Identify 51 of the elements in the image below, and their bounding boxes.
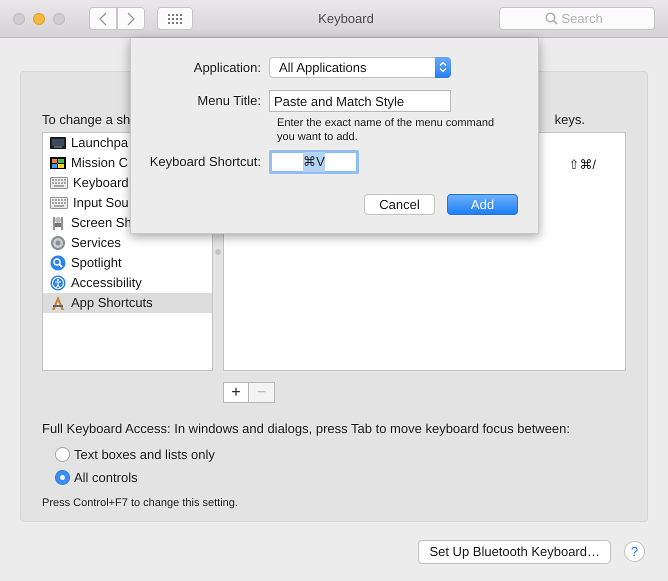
field-label: Application: xyxy=(192,58,262,77)
application-select[interactable]: All Applications xyxy=(269,57,451,78)
back-button[interactable] xyxy=(89,7,117,30)
menu-title-hint: Enter the exact name of the menu command you want to add. xyxy=(277,116,496,144)
radio-option[interactable]: All controls xyxy=(55,468,626,488)
category-item[interactable]: Accessibility xyxy=(43,273,212,293)
keyboard-icon xyxy=(50,177,68,189)
camera-stand-icon xyxy=(50,215,66,231)
chevron-left-icon xyxy=(99,12,107,26)
chevron-right-icon xyxy=(127,12,135,26)
gear-icon xyxy=(50,235,66,251)
access-hint: Press Control+F7 to change this setting. xyxy=(42,496,239,510)
search-icon xyxy=(544,12,558,25)
windows-grid-icon xyxy=(50,156,66,170)
pencil-ruler-icon xyxy=(50,295,66,311)
bluetooth-setup-button[interactable]: Set Up Bluetooth Keyboard… xyxy=(418,540,611,564)
category-item[interactable]: Keyboard xyxy=(43,173,212,193)
search-field[interactable]: Search xyxy=(499,7,655,30)
search-icon xyxy=(50,255,66,271)
field-label: Keyboard Shortcut: xyxy=(148,153,262,172)
category-item[interactable]: Spotlight xyxy=(43,253,212,273)
chevron-up-down-icon xyxy=(439,61,447,73)
close-button[interactable] xyxy=(13,12,25,24)
category-item[interactable]: Services xyxy=(43,233,212,253)
access-label: Full Keyboard Access: In windows and dialogs, press Tab to move keyboard focus between: xyxy=(42,420,571,438)
instruction-text: To change a sh xyxy=(42,111,130,129)
keyboard-icon xyxy=(50,197,68,209)
shortcut-keys: ⇧⌘/ xyxy=(568,155,596,174)
instruction-text: keys. xyxy=(554,111,585,129)
accessibility-icon xyxy=(50,275,66,291)
zoom-button[interactable] xyxy=(53,12,65,24)
category-item[interactable]: Launchpa xyxy=(43,133,212,153)
window-title: Keyboard xyxy=(317,10,375,28)
help-button[interactable]: ? xyxy=(624,541,645,562)
splitter-handle-icon[interactable] xyxy=(214,248,221,254)
show-all-button[interactable] xyxy=(157,7,193,30)
field-label: Menu Title: xyxy=(196,92,262,110)
search-input[interactable]: Search xyxy=(562,8,610,28)
cancel-button[interactable]: Cancel xyxy=(364,194,435,215)
list-button[interactable]: + xyxy=(223,382,249,403)
shortcut-field[interactable]: ⌘V xyxy=(269,150,359,174)
forward-button[interactable] xyxy=(117,7,145,30)
display-icon xyxy=(50,136,66,150)
menu-title-field[interactable]: Paste and Match Style xyxy=(269,90,451,112)
radio-button[interactable] xyxy=(55,446,70,462)
category-item[interactable]: Input Sou xyxy=(43,193,212,213)
grid-icon xyxy=(168,14,182,24)
radio-option[interactable]: Text boxes and lists only xyxy=(55,444,626,464)
radio-button[interactable] xyxy=(55,470,70,486)
category-item[interactable]: App Shortcuts xyxy=(43,293,212,313)
minimize-button[interactable] xyxy=(33,12,45,24)
